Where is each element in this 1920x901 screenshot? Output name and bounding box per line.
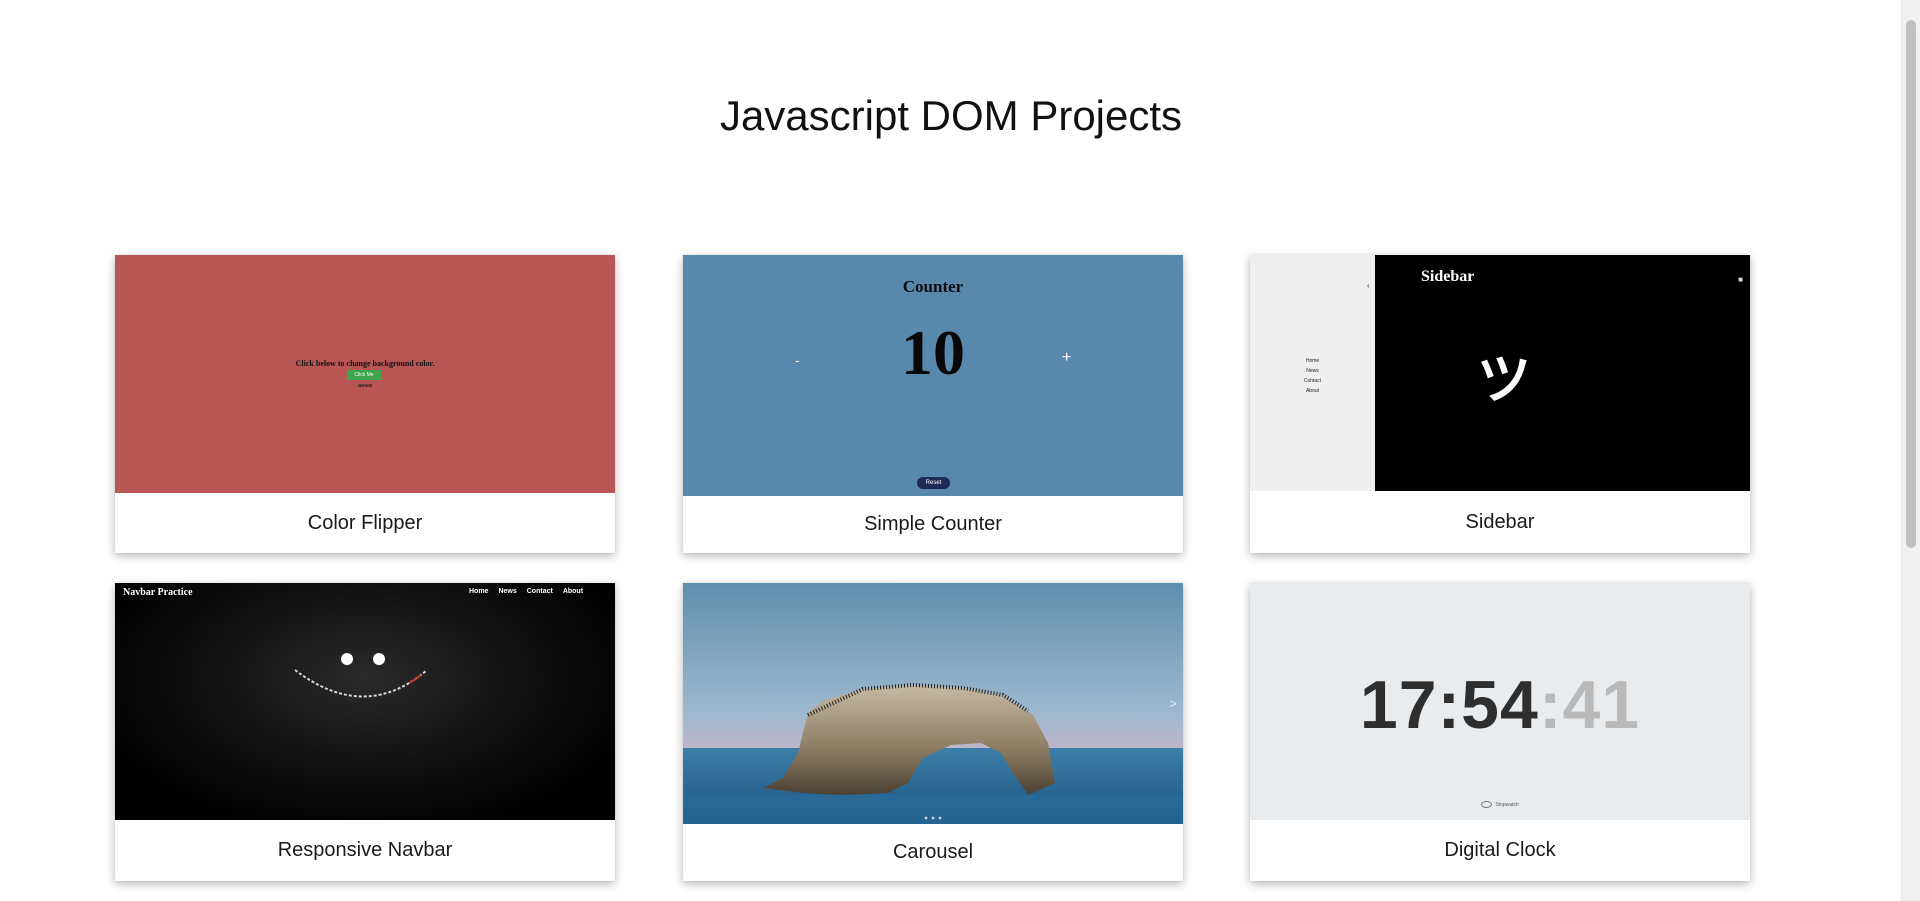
color-flipper-color-label: #b85656 xyxy=(357,383,373,388)
project-caption: Responsive Navbar xyxy=(115,820,615,881)
project-card-carousel[interactable]: > Carousel xyxy=(683,583,1183,881)
chevron-left-icon: ‹ xyxy=(1367,281,1370,290)
project-card-digital-clock[interactable]: 17:54:41 Stopwatch Digital Clock xyxy=(1250,583,1750,881)
clock-seconds: :41 xyxy=(1538,667,1641,743)
navbar-preview: Navbar Practice Home News Contact About xyxy=(115,583,615,820)
project-caption: Color Flipper xyxy=(115,493,615,553)
sidebar-title: Sidebar xyxy=(1421,268,1475,285)
color-flipper-click-button: Click Me xyxy=(347,370,381,380)
smiley-face-graphic xyxy=(294,653,428,698)
sidebar-preview: ‹ Home News Contact About Sidebar ■ ツ xyxy=(1250,255,1750,491)
navbar-link: News xyxy=(498,588,517,595)
sidebar-panel: ‹ Home News Contact About xyxy=(1250,255,1375,491)
sidebar-nav-links: Home News Contact About xyxy=(1250,356,1375,396)
counter-preview: Counter - 10 + Reset xyxy=(683,255,1183,496)
clock-time: 17:54:41 xyxy=(1250,671,1750,739)
counter-reset-button: Reset xyxy=(917,477,950,489)
page-title: Javascript DOM Projects xyxy=(719,92,1183,139)
navbar-brand: Navbar Practice xyxy=(123,587,193,598)
toggle-icon xyxy=(1481,801,1493,808)
smiley-glyph: ツ xyxy=(1477,350,1531,410)
counter-title: Counter xyxy=(902,277,964,296)
navbar-link: Home xyxy=(469,588,489,595)
counter-increment-button: + xyxy=(1062,349,1072,366)
sidebar-link: About xyxy=(1305,388,1320,394)
counter-value: 10 xyxy=(901,317,965,388)
menu-icon: ■ xyxy=(1738,275,1743,284)
project-caption: Digital Clock xyxy=(1250,820,1750,881)
color-flipper-preview: Click below to change background color. … xyxy=(115,255,615,493)
carousel-preview: > xyxy=(683,583,1183,824)
color-flipper-instruction: Click below to change background color. xyxy=(295,359,435,368)
scrollbar-thumb[interactable] xyxy=(1906,20,1916,548)
project-card-color-flipper[interactable]: Click below to change background color. … xyxy=(115,255,615,553)
project-card-sidebar[interactable]: ‹ Home News Contact About Sidebar ■ ツ Si… xyxy=(1250,255,1750,553)
clock-hours-minutes: 17:54 xyxy=(1359,667,1539,743)
clock-preview: 17:54:41 Stopwatch xyxy=(1250,583,1750,820)
project-card-simple-counter[interactable]: Counter - 10 + Reset Simple Counter xyxy=(683,255,1183,553)
carousel-photo xyxy=(683,583,1183,824)
clock-badge: Stopwatch xyxy=(1250,801,1750,808)
clock-badge-label: Stopwatch xyxy=(1495,801,1519,808)
page-scrollbar[interactable] xyxy=(1901,0,1920,901)
sidebar-link: Home xyxy=(1305,358,1320,364)
navbar-links: Home News Contact About xyxy=(469,588,583,595)
project-card-responsive-navbar[interactable]: Navbar Practice Home News Contact About … xyxy=(115,583,615,881)
navbar-link: About xyxy=(562,588,584,595)
sidebar-link: News xyxy=(1306,368,1319,374)
project-caption: Sidebar xyxy=(1250,491,1750,553)
project-caption: Carousel xyxy=(683,824,1183,881)
carousel-next-button: > xyxy=(1169,696,1177,711)
sidebar-link: Contact xyxy=(1303,378,1322,384)
sidebar-main-area: Sidebar ■ ツ xyxy=(1375,255,1750,491)
project-caption: Simple Counter xyxy=(683,496,1183,553)
navbar-link: Contact xyxy=(526,588,553,595)
